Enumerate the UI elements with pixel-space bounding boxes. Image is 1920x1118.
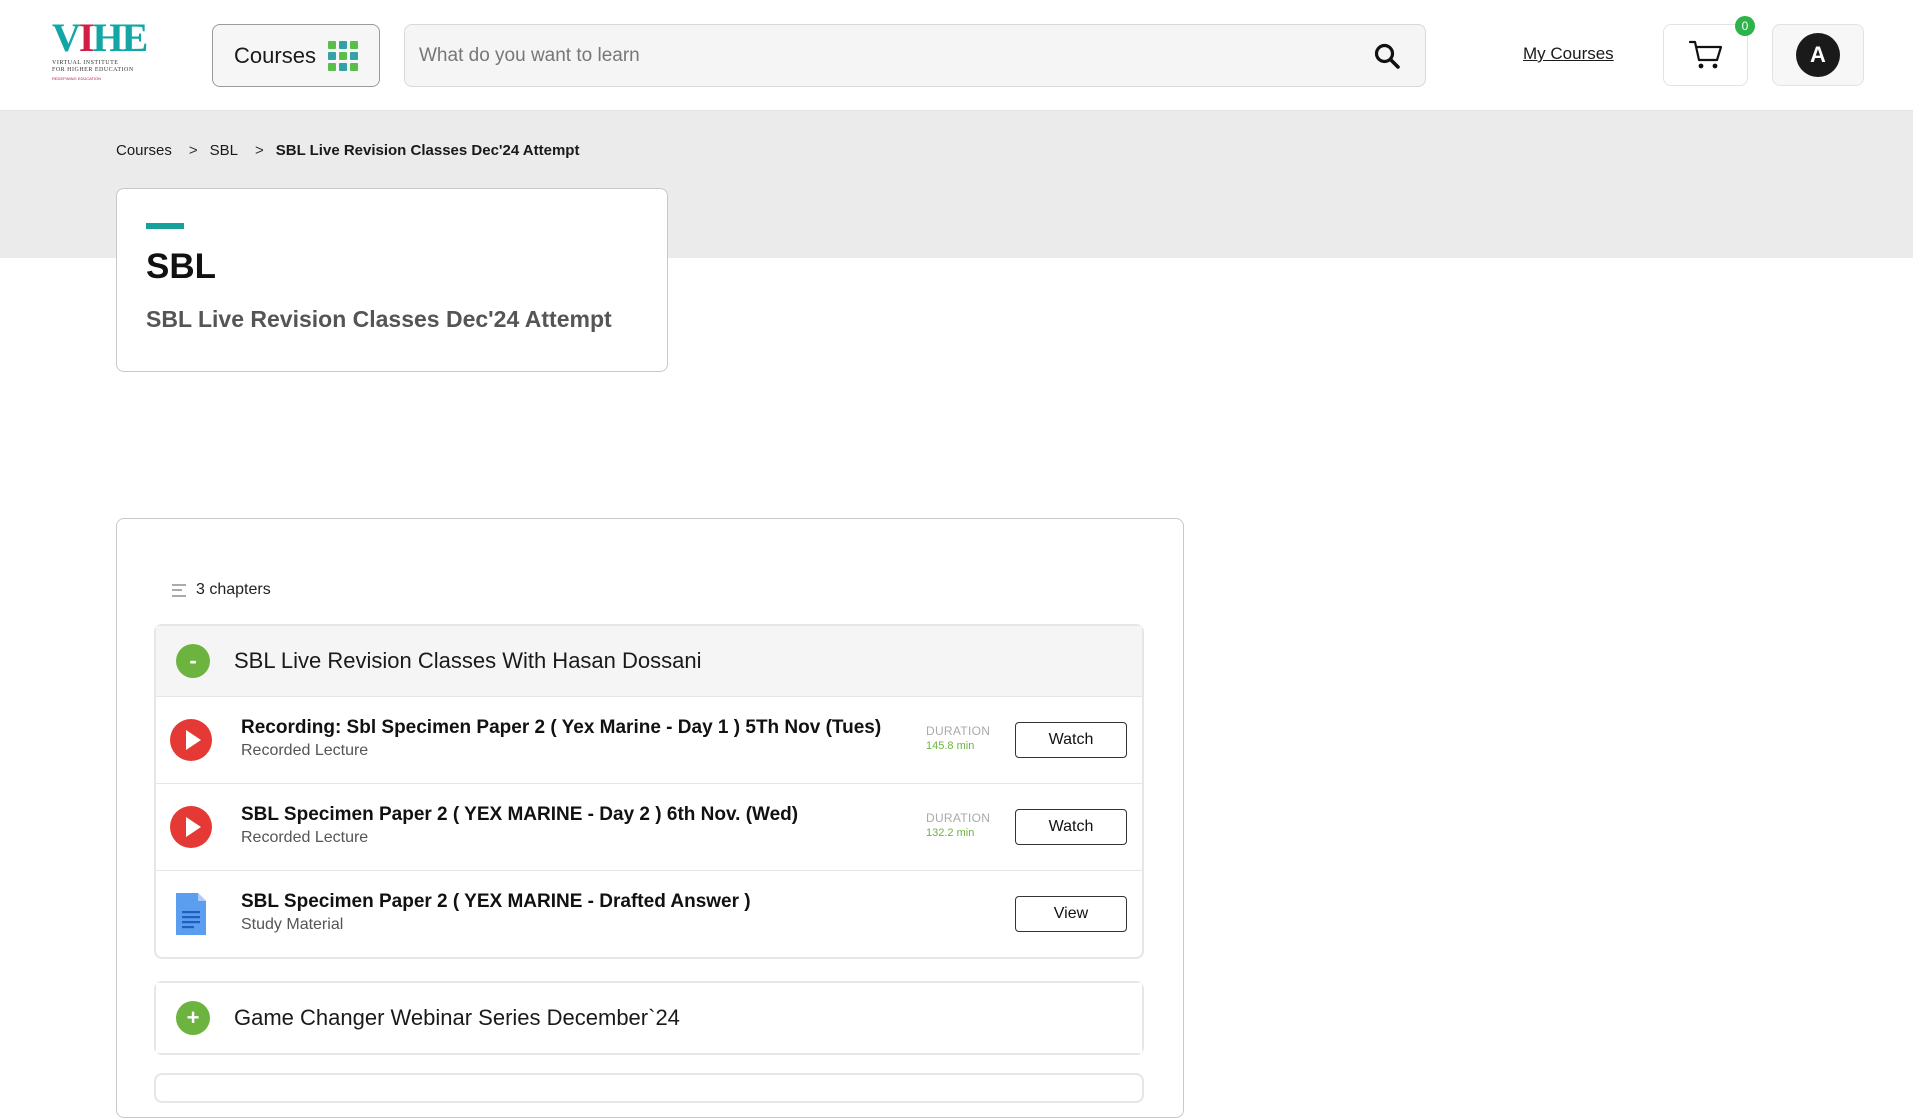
- course-subtitle: SBL Live Revision Classes Dec'24 Attempt: [146, 306, 612, 332]
- search-input[interactable]: [419, 25, 1339, 86]
- chapter-count-label: 3 chapters: [196, 581, 271, 598]
- lecture-row: SBL Specimen Paper 2 ( YEX MARINE - Day …: [156, 783, 1142, 870]
- chapter-item: + Game Changer Webinar Series December`2…: [154, 981, 1144, 1055]
- lecture-title[interactable]: SBL Specimen Paper 2 ( YEX MARINE - Draf…: [241, 891, 751, 913]
- breadcrumb: Courses > SBL > SBL Live Revision Classe…: [116, 142, 579, 159]
- duration-label: DURATION: [926, 724, 991, 738]
- lecture-duration: DURATION 132.2 min: [926, 811, 990, 839]
- breadcrumb-sbl[interactable]: SBL: [210, 142, 238, 159]
- duration-value: 145.8 min: [926, 740, 975, 752]
- chapter-title: Game Changer Webinar Series December`24: [234, 1005, 680, 1030]
- title-accent-bar: [146, 223, 184, 229]
- watch-button[interactable]: Watch: [1015, 809, 1127, 845]
- course-title-card: SBL SBL Live Revision Classes Dec'24 Att…: [116, 188, 668, 372]
- lecture-row: Recording: Sbl Specimen Paper 2 ( Yex Ma…: [156, 696, 1142, 783]
- curriculum-panel: 3 chapters - SBL Live Revision Classes W…: [116, 518, 1184, 1118]
- play-icon[interactable]: [170, 719, 212, 761]
- search-bar: [404, 24, 1426, 87]
- document-icon[interactable]: [170, 893, 212, 935]
- my-courses-link[interactable]: My Courses: [1523, 44, 1614, 64]
- profile-button[interactable]: A: [1772, 24, 1864, 86]
- grid-icon: [327, 40, 358, 71]
- logo-subtitle: VIRTUAL INSTITUTE FOR HIGHER EDUCATION: [52, 60, 134, 73]
- logo-tagline: REDEFINING EDUCATION: [52, 76, 102, 81]
- lecture-type: Study Material: [241, 916, 344, 933]
- avatar: A: [1796, 33, 1840, 77]
- lecture-title[interactable]: SBL Specimen Paper 2 ( YEX MARINE - Day …: [241, 804, 798, 826]
- play-icon[interactable]: [170, 806, 212, 848]
- cart-button[interactable]: [1663, 24, 1748, 86]
- chapter-title: SBL Live Revision Classes With Hasan Dos…: [234, 648, 702, 673]
- chapter-count: 3 chapters: [172, 581, 271, 599]
- view-button[interactable]: View: [1015, 896, 1127, 932]
- duration-label: DURATION: [926, 811, 991, 825]
- lecture-duration: DURATION 145.8 min: [926, 724, 990, 752]
- site-logo[interactable]: VIHE VIRTUAL INSTITUTE FOR HIGHER EDUCATI…: [52, 18, 148, 86]
- breadcrumb-separator: >: [188, 142, 198, 159]
- lecture-type: Recorded Lecture: [241, 742, 369, 759]
- lecture-row: SBL Specimen Paper 2 ( YEX MARINE - Draf…: [156, 870, 1142, 957]
- cart-icon: [1688, 40, 1722, 69]
- cart-count-badge: 0: [1735, 16, 1755, 36]
- lecture-type: Recorded Lecture: [241, 829, 369, 846]
- breadcrumb-separator: >: [254, 142, 264, 159]
- list-icon: [172, 583, 186, 597]
- chapter-header[interactable]: + Game Changer Webinar Series December`2…: [156, 983, 1142, 1053]
- lecture-title[interactable]: Recording: Sbl Specimen Paper 2 ( Yex Ma…: [241, 717, 881, 739]
- collapse-icon[interactable]: -: [176, 644, 210, 678]
- chapter-item[interactable]: [154, 1073, 1144, 1103]
- course-title: SBL: [146, 247, 216, 286]
- courses-menu-button[interactable]: Courses: [212, 24, 380, 87]
- expand-icon[interactable]: +: [176, 1001, 210, 1035]
- breadcrumb-current: SBL Live Revision Classes Dec'24 Attempt: [275, 142, 580, 159]
- chapter-header[interactable]: - SBL Live Revision Classes With Hasan D…: [156, 626, 1142, 696]
- duration-value: 132.2 min: [926, 827, 975, 839]
- watch-button[interactable]: Watch: [1015, 722, 1127, 758]
- top-header: VIHE VIRTUAL INSTITUTE FOR HIGHER EDUCATI…: [0, 0, 1913, 111]
- logo-mark: VIHE: [52, 15, 148, 60]
- chapter-item: - SBL Live Revision Classes With Hasan D…: [154, 624, 1144, 959]
- search-icon[interactable]: [1373, 42, 1401, 70]
- breadcrumb-courses[interactable]: Courses: [116, 142, 172, 159]
- courses-button-label: Courses: [234, 42, 316, 68]
